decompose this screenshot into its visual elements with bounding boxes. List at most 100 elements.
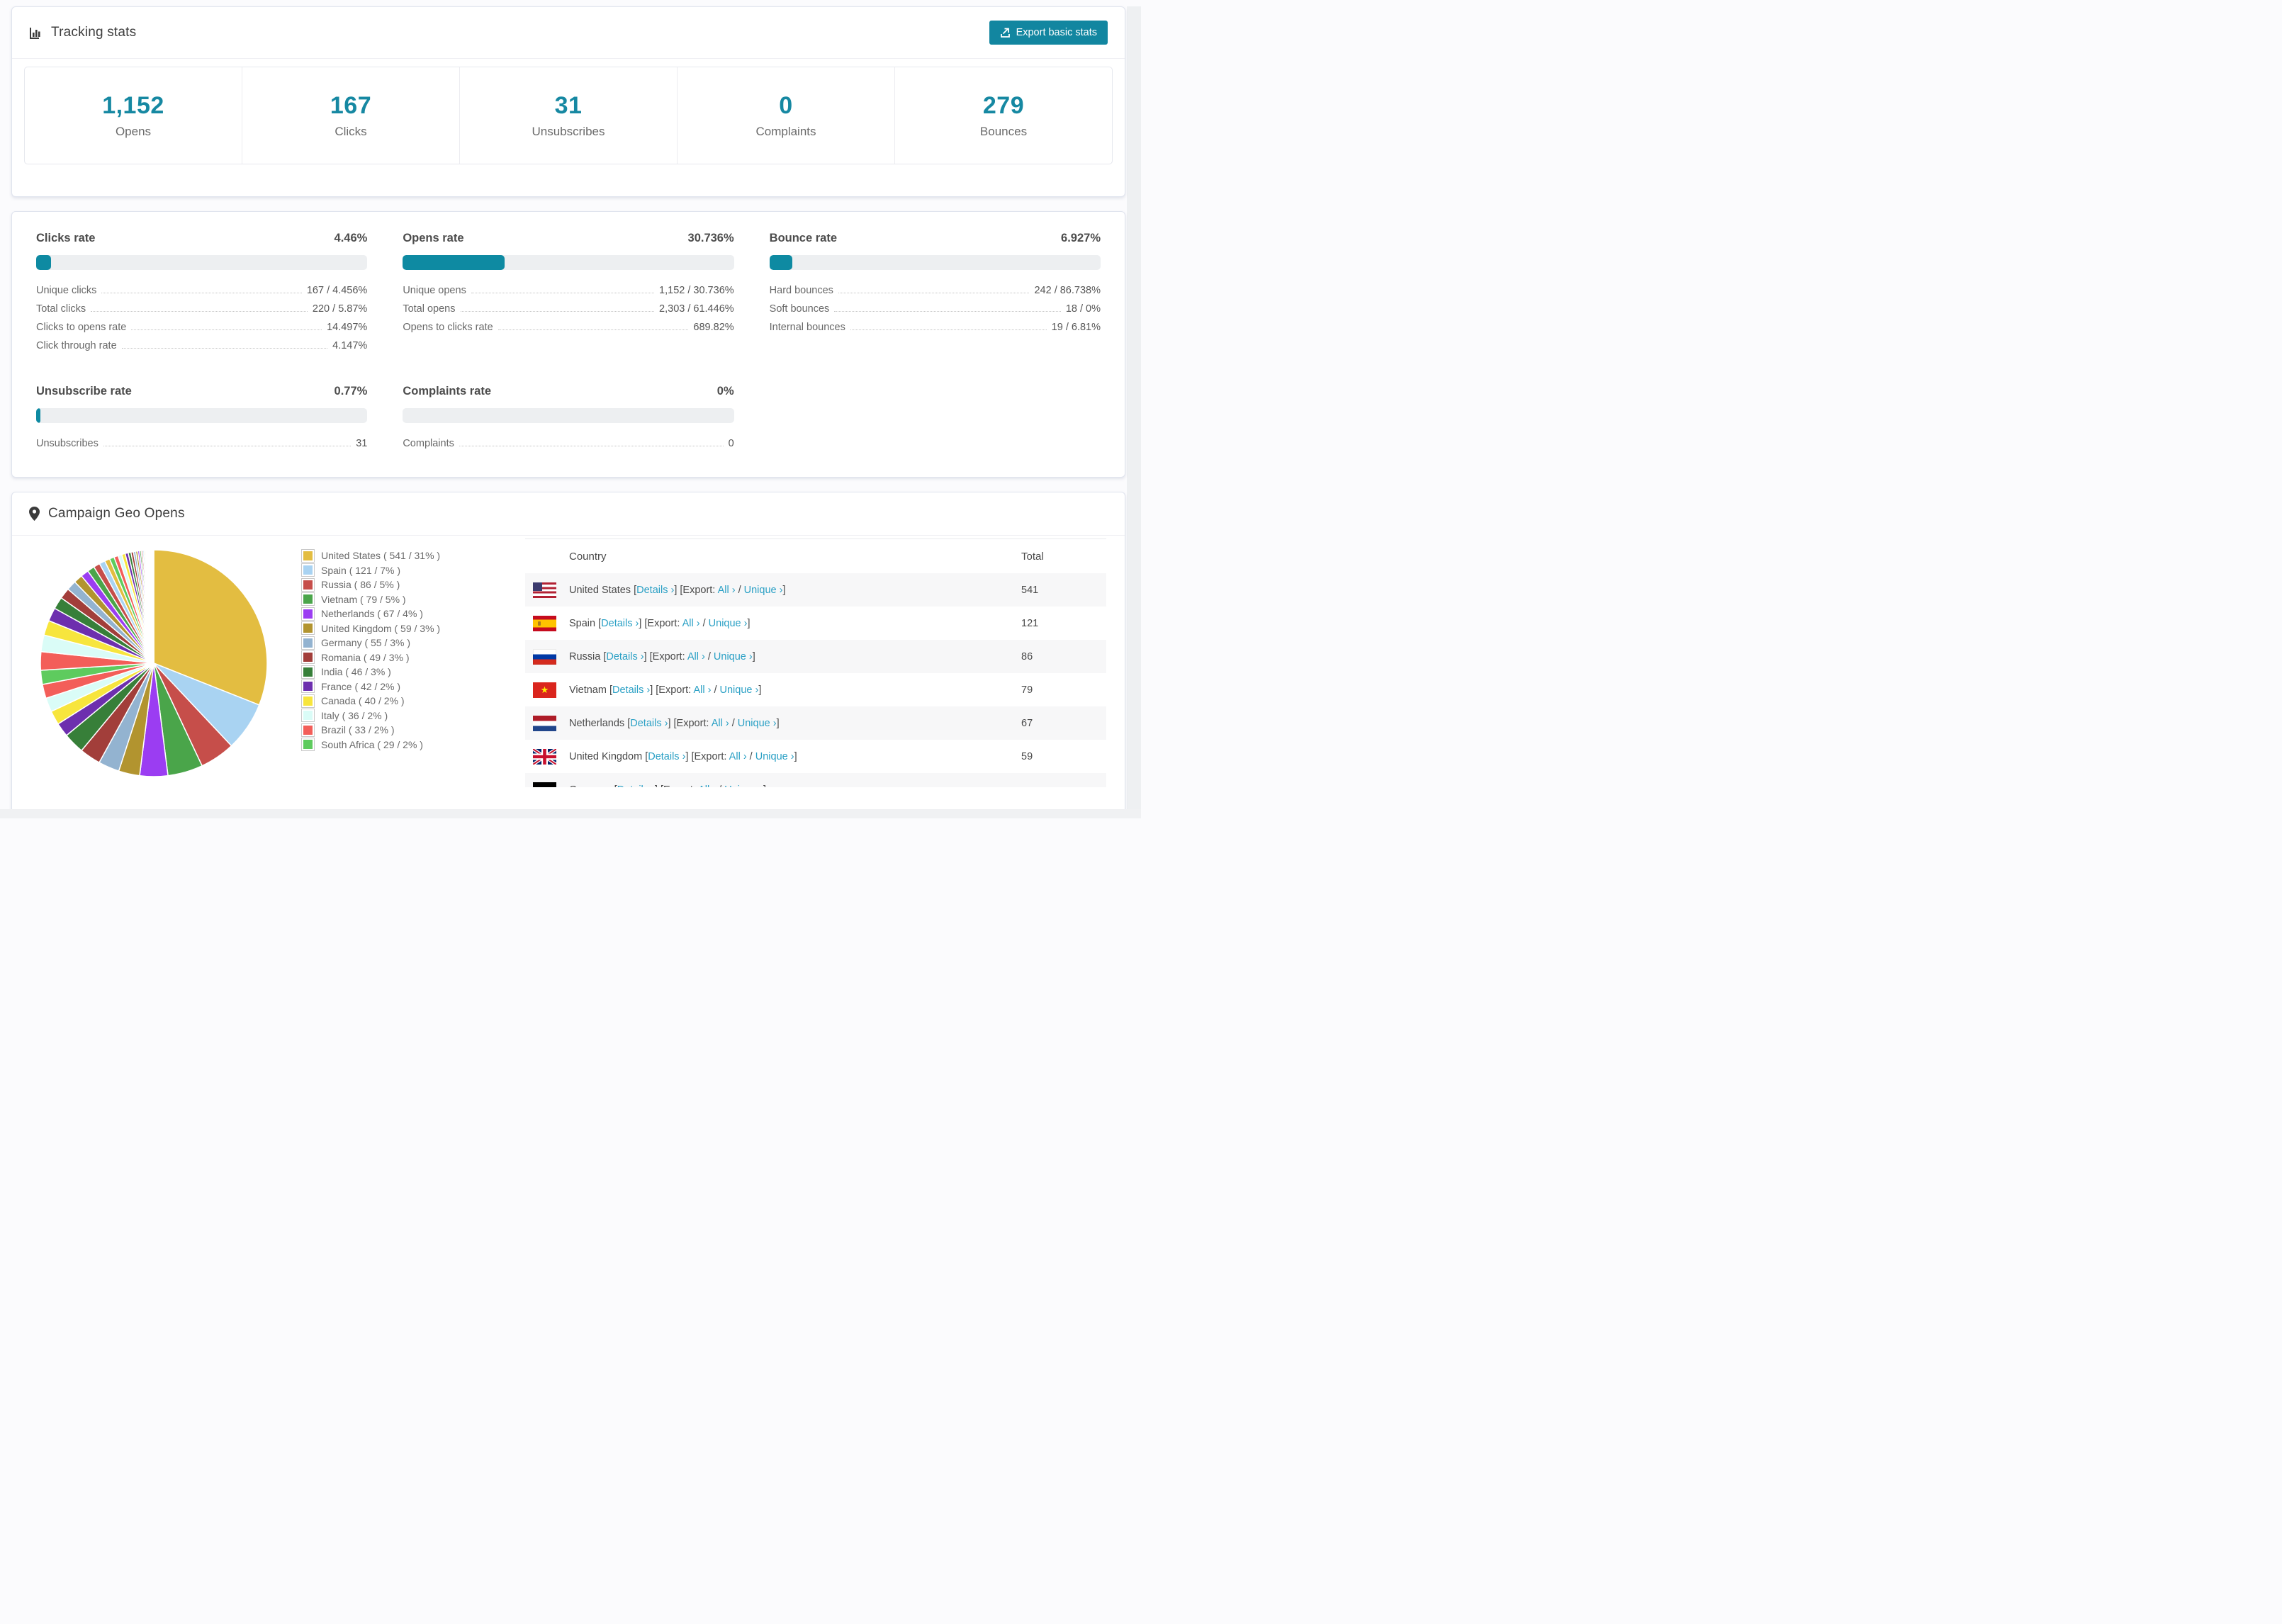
- pie-legend: United States ( 541 / 31% ) Spain ( 121 …: [301, 548, 484, 752]
- stat-value: 1,152: [102, 92, 164, 119]
- table-row-nl: Netherlands [Details ›] [Export: All › /…: [525, 706, 1106, 740]
- legend-label: Canada ( 40 / 2% ): [321, 695, 405, 707]
- legend-item-italy[interactable]: Italy ( 36 / 2% ): [301, 709, 484, 723]
- legend-item-vietnam[interactable]: Vietnam ( 79 / 5% ): [301, 592, 484, 607]
- export-unique-link-vn[interactable]: Unique ›: [720, 684, 759, 696]
- country-name: Netherlands: [569, 717, 625, 729]
- stat-row: Opens to clicks rate 689.82%: [403, 318, 734, 337]
- country-cell: United Kingdom [Details ›] [Export: All …: [569, 750, 797, 762]
- export-unique-link-es[interactable]: Unique ›: [709, 618, 748, 629]
- details-link-vn[interactable]: Details ›: [612, 684, 650, 696]
- export-unique-link-us[interactable]: Unique ›: [744, 585, 783, 596]
- legend-swatch: [301, 665, 315, 679]
- legend-label: Brazil ( 33 / 2% ): [321, 724, 395, 736]
- export-all-link-gb[interactable]: All ›: [729, 751, 747, 762]
- legend-item-united-states[interactable]: United States ( 541 / 31% ): [301, 548, 484, 563]
- flag-us-icon: [533, 582, 556, 598]
- stat-row-label: Opens to clicks rate: [403, 322, 493, 333]
- rate-value: 0%: [716, 385, 734, 397]
- stat-row-label: Total clicks: [36, 303, 86, 315]
- stat-row-value: 31: [356, 438, 368, 449]
- details-link-es[interactable]: Details ›: [601, 618, 639, 629]
- legend-item-south-africa[interactable]: South Africa ( 29 / 2% ): [301, 738, 484, 752]
- legend-item-united-kingdom[interactable]: United Kingdom ( 59 / 3% ): [301, 621, 484, 636]
- legend-item-canada[interactable]: Canada ( 40 / 2% ): [301, 694, 484, 709]
- details-link-gb[interactable]: Details ›: [648, 751, 685, 762]
- legend-label: United Kingdom ( 59 / 3% ): [321, 622, 441, 634]
- progress-bar-fill: [36, 255, 51, 270]
- export-unique-link-nl[interactable]: Unique ›: [738, 718, 777, 729]
- total-cell: 79: [1021, 684, 1033, 696]
- stat-row: Total opens 2,303 / 61.446%: [403, 300, 734, 318]
- export-all-link-es[interactable]: All ›: [682, 618, 700, 629]
- rate-value: 6.927%: [1061, 232, 1101, 244]
- rates-grid: Clicks rate 4.46% Unique clicks 167 / 4.…: [12, 212, 1125, 477]
- stat-row: Unsubscribes 31: [36, 434, 367, 453]
- legend-label: Germany ( 55 / 3% ): [321, 637, 411, 649]
- total-cell: 59: [1021, 750, 1033, 762]
- legend-item-germany[interactable]: Germany ( 55 / 3% ): [301, 636, 484, 650]
- table-row-es: Spain [Details ›] [Export: All › / Uniqu…: [525, 607, 1106, 640]
- stat-cell-bounces: 279 Bounces: [894, 67, 1112, 164]
- country-name: Germany: [569, 784, 612, 788]
- export-all-link-de[interactable]: All ›: [698, 784, 716, 788]
- details-link-nl[interactable]: Details ›: [630, 718, 668, 729]
- legend-swatch: [301, 592, 315, 607]
- geo-pie-chart: [36, 546, 271, 781]
- rate-panel-complaints-rate: Complaints rate 0% Complaints 0: [403, 385, 734, 453]
- export-all-link-us[interactable]: All ›: [718, 585, 736, 596]
- country-cell: Germany [Details ›] [Export: All › / Uni…: [569, 784, 766, 788]
- country-name: Vietnam: [569, 684, 607, 696]
- geo-table-body: United States [Details ›] [Export: All ›…: [525, 573, 1106, 787]
- legend-item-netherlands[interactable]: Netherlands ( 67 / 4% ): [301, 607, 484, 621]
- dotted-leader: [834, 311, 1061, 312]
- stat-cell-complaints: 0 Complaints: [677, 67, 894, 164]
- rate-title: Unsubscribe rate: [36, 385, 132, 397]
- stat-label: Bounces: [979, 125, 1028, 138]
- progress-bar: [36, 408, 368, 423]
- export-unique-link-gb[interactable]: Unique ›: [755, 751, 794, 762]
- export-all-link-nl[interactable]: All ›: [712, 718, 729, 729]
- stat-value: 31: [554, 92, 583, 119]
- stat-label: Clicks: [335, 125, 367, 138]
- country-cell: Russia [Details ›] [Export: All › / Uniq…: [569, 650, 755, 662]
- divider: [12, 58, 1125, 59]
- legend-item-spain[interactable]: Spain ( 121 / 7% ): [301, 563, 484, 578]
- export-all-link-vn[interactable]: All ›: [693, 684, 711, 696]
- scrollbar-track[interactable]: [1127, 6, 1141, 818]
- flag-es-icon: [533, 615, 556, 631]
- dotted-leader: [460, 311, 655, 312]
- export-unique-link-de[interactable]: Unique ›: [724, 784, 763, 788]
- export-unique-link-ru[interactable]: Unique ›: [714, 651, 753, 662]
- legend-swatch: [301, 563, 315, 577]
- details-link-de[interactable]: Details ›: [617, 784, 655, 788]
- progress-bar: [769, 255, 1101, 270]
- rate-title: Bounce rate: [769, 232, 838, 244]
- export-basic-stats-button[interactable]: Export basic stats: [989, 21, 1108, 45]
- rate-value: 30.736%: [687, 232, 734, 244]
- table-row-vn: ★ Vietnam [Details ›] [Export: All › / U…: [525, 673, 1106, 706]
- stat-row-label: Unique opens: [403, 285, 466, 296]
- details-link-ru[interactable]: Details ›: [606, 651, 643, 662]
- stat-row-label: Total opens: [403, 303, 456, 315]
- export-all-link-ru[interactable]: All ›: [687, 651, 705, 662]
- legend-label: United States ( 541 / 31% ): [321, 550, 441, 562]
- legend-item-france[interactable]: France ( 42 / 2% ): [301, 680, 484, 694]
- legend-item-russia[interactable]: Russia ( 86 / 5% ): [301, 577, 484, 592]
- page-title: Tracking stats: [51, 25, 137, 40]
- legend-label: India ( 46 / 3% ): [321, 666, 391, 678]
- stat-row-value: 2,303 / 61.446%: [659, 303, 734, 315]
- stat-label: Opens: [115, 125, 152, 138]
- stat-row-value: 4.147%: [332, 340, 368, 351]
- stat-row-value: 220 / 5.87%: [312, 303, 368, 315]
- legend-item-brazil[interactable]: Brazil ( 33 / 2% ): [301, 723, 484, 738]
- legend-swatch: [301, 607, 315, 621]
- progress-bar-fill: [36, 408, 41, 423]
- legend-label: France ( 42 / 2% ): [321, 680, 401, 692]
- legend-item-india[interactable]: India ( 46 / 3% ): [301, 665, 484, 680]
- details-link-us[interactable]: Details ›: [636, 585, 674, 596]
- legend-swatch: [301, 621, 315, 636]
- legend-item-romania[interactable]: Romania ( 49 / 3% ): [301, 650, 484, 665]
- legend-swatch: [301, 738, 315, 752]
- stat-cell-unsubscribes: 31 Unsubscribes: [459, 67, 677, 164]
